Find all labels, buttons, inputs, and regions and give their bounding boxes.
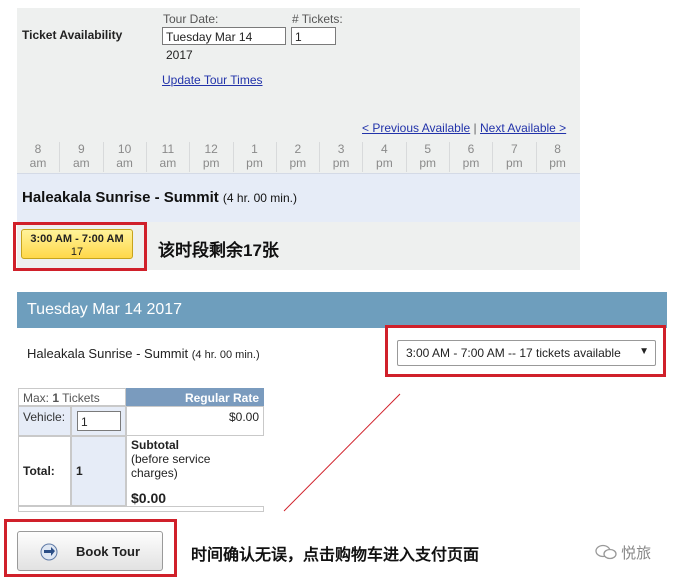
max-value: 1 — [52, 391, 60, 405]
hour-period: pm — [505, 156, 523, 170]
pointer-line — [283, 393, 401, 512]
date-header-bar: Tuesday Mar 14 2017 — [17, 292, 667, 328]
time-slot-button[interactable]: 3:00 AM - 7:00 AM 17 — [21, 229, 133, 259]
hour-divider — [102, 142, 104, 172]
max-suffix: Tickets — [62, 391, 100, 405]
hour-divider — [275, 142, 277, 172]
link-separator: | — [473, 121, 477, 135]
hour-cell: 8 pm — [537, 142, 579, 170]
next-available-link[interactable]: Next Available > — [480, 121, 566, 135]
tour-date-label: Tour Date: — [163, 12, 219, 26]
booking-tour-name: Haleakala Sunrise - Summit — [27, 346, 189, 361]
slot-time: 3:00 AM - 7:00 AM — [30, 233, 124, 245]
time-select-value: 3:00 AM - 7:00 AM -- 17 tickets availabl… — [406, 346, 621, 360]
hour-divider — [59, 142, 61, 172]
hour-number: 5 — [424, 142, 432, 156]
tour-name: Haleakala Sunrise - Summit — [22, 189, 219, 206]
hour-cell: 6 pm — [450, 142, 492, 170]
book-tour-label: Book Tour — [76, 544, 141, 559]
hour-cell: 11 am — [147, 142, 189, 170]
date-header: Tuesday Mar 14 2017 — [27, 301, 183, 318]
booking-tour-duration: (4 hr. 00 min.) — [191, 349, 260, 361]
subtotal-note: (before service charges) — [131, 452, 211, 480]
hour-number: 11 — [161, 142, 175, 156]
tour-date-input[interactable]: Tuesday Mar 14 2017 — [162, 27, 286, 62]
hour-period: pm — [246, 156, 263, 170]
hour-number: 6 — [467, 142, 475, 156]
hour-period: pm — [332, 156, 350, 170]
hour-divider — [449, 142, 450, 172]
vehicle-quantity-input[interactable]: 1 — [77, 411, 121, 431]
total-quantity: 1 — [71, 436, 126, 506]
tickets-label: # Tickets: — [292, 12, 343, 26]
regular-rate-header: Regular Rate — [126, 388, 264, 406]
hour-number: 7 — [510, 142, 518, 156]
hour-divider — [319, 142, 321, 172]
hour-period: pm — [202, 156, 220, 170]
update-tour-times-link[interactable]: Update Tour Times — [162, 73, 263, 87]
hour-cell: 4 pm — [363, 142, 405, 170]
hour-cell: 7 pm — [493, 142, 535, 170]
subtotal-cell: Subtotal (before service charges) $0.00 — [126, 436, 264, 506]
hour-period: am — [159, 156, 177, 170]
hour-cell: 9 am — [60, 142, 102, 170]
book-tour-button[interactable]: Book Tour — [17, 531, 163, 571]
hour-number: 9 — [77, 142, 85, 156]
hour-cell: 10 am — [104, 142, 146, 170]
hour-cell: 8 am — [17, 142, 59, 170]
hour-number: 4 — [381, 142, 388, 156]
hour-number: 8 — [554, 142, 561, 156]
book-annotation: 时间确认无误，点击购物车进入支付页面 — [191, 547, 480, 564]
hour-number: 8 — [34, 142, 42, 156]
chevron-down-icon: ▼ — [639, 346, 649, 357]
subtotal-label: Subtotal — [131, 438, 179, 452]
hour-number: 3 — [337, 142, 345, 156]
hour-cell: 3 pm — [320, 142, 362, 170]
tour-duration: (4 hr. 00 min.) — [222, 191, 297, 205]
time-select[interactable]: 3:00 AM - 7:00 AM -- 17 tickets availabl… — [397, 340, 656, 366]
total-label: Total: — [18, 436, 71, 506]
hour-divider — [145, 142, 147, 172]
hour-number: 1 — [251, 142, 258, 156]
hour-period: am — [29, 156, 47, 170]
hour-period: pm — [376, 156, 393, 170]
watermark: 悦旅 — [595, 542, 651, 563]
hour-cell: 12 pm — [190, 142, 232, 170]
watermark-text: 悦旅 — [621, 545, 652, 562]
table-footer-line — [18, 506, 264, 512]
slot-annotation: 该时段剩余17张 — [158, 241, 279, 260]
tickets-input[interactable]: 1 — [291, 27, 336, 45]
hour-divider — [405, 142, 407, 172]
hour-divider — [189, 142, 191, 172]
hour-period: pm — [419, 156, 437, 170]
hour-period: pm — [549, 156, 566, 170]
hour-number: 12 — [204, 142, 218, 156]
book-arrow-icon — [40, 543, 58, 561]
slot-count: 17 — [70, 246, 84, 258]
max-tickets-cell: Max: 1 Tickets — [18, 388, 126, 406]
max-prefix: Max: — [23, 391, 50, 405]
hour-cell: 1 pm — [234, 142, 276, 170]
hour-period: pm — [289, 156, 307, 170]
hour-divider — [492, 142, 494, 172]
hour-period: pm — [462, 156, 480, 170]
hour-period: am — [116, 156, 133, 170]
hour-divider — [232, 142, 234, 172]
hour-divider — [362, 142, 364, 172]
wechat-bubble-icon — [595, 544, 617, 560]
hour-number: 10 — [117, 142, 132, 156]
hour-number: 2 — [294, 142, 302, 156]
vehicle-input-cell: 1 — [71, 406, 126, 436]
hour-period: am — [72, 156, 90, 170]
hour-cell: 5 pm — [407, 142, 449, 170]
vehicle-price: $0.00 — [126, 406, 264, 436]
subtotal-value: $0.00 — [131, 490, 167, 506]
vehicle-label: Vehicle: — [18, 406, 71, 436]
availability-title: Ticket Availability — [22, 28, 123, 42]
hour-cell: 2 pm — [277, 142, 319, 170]
hour-divider — [535, 142, 537, 172]
previous-available-link[interactable]: < Previous Available — [362, 121, 470, 135]
